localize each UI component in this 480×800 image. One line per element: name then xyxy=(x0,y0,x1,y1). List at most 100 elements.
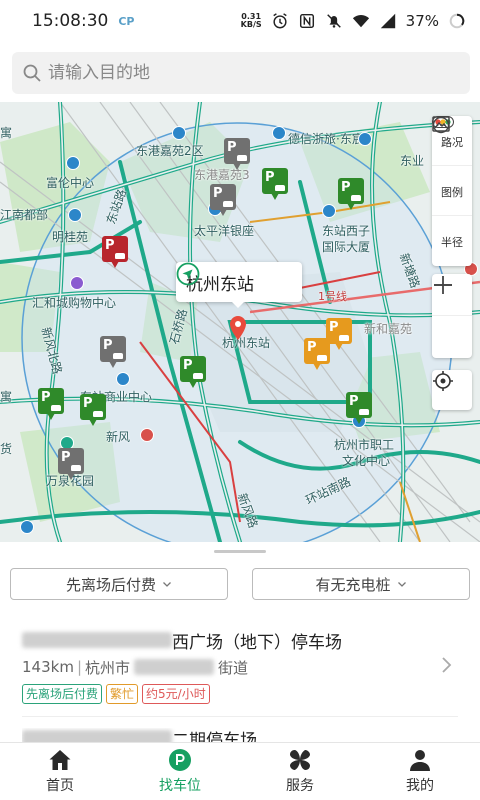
map-label: 新风 xyxy=(106,430,131,444)
busy-tag: 繁忙 xyxy=(106,684,139,704)
crosshair-icon xyxy=(433,371,453,391)
parking-marker[interactable]: P xyxy=(338,178,364,212)
nav-find-parking[interactable]: 找车位 xyxy=(120,743,240,800)
charging-filter-dropdown[interactable]: 有无充电桩 xyxy=(252,568,470,600)
poi-building-icon xyxy=(68,208,82,222)
net-speed-unit: KB/S xyxy=(240,20,262,29)
map-label: 1号线 xyxy=(318,290,347,303)
nfc-icon xyxy=(299,13,314,29)
result-title: 西广场（地下）停车场 xyxy=(22,628,462,653)
parking-marker[interactable]: P xyxy=(346,392,372,426)
map-view[interactable]: 寓 东港嘉苑2区 德信浙旅·东宸 东业 富伦中心 东港嘉苑3 江南都部 明桂苑 … xyxy=(0,102,480,542)
radius-icon xyxy=(432,116,450,134)
home-icon xyxy=(49,750,71,770)
legend-label: 图例 xyxy=(441,185,463,199)
battery-percent: 37% xyxy=(405,12,439,30)
map-label: 文化中心 xyxy=(342,454,391,468)
parking-marker[interactable]: P xyxy=(80,394,106,428)
radius-label: 半径 xyxy=(441,236,463,249)
map-label: 新和嘉苑 xyxy=(364,322,413,336)
filter-row: 先离场后付费 有无充电桩 xyxy=(10,568,470,600)
result-city: 杭州市 xyxy=(85,658,131,677)
parking-marker[interactable]: P xyxy=(262,168,288,202)
parking-marker[interactable]: P xyxy=(102,236,128,270)
result-distance: 143km xyxy=(22,658,74,676)
charging-filter-label: 有无充电桩 xyxy=(315,575,391,594)
battery-ring-icon xyxy=(449,13,465,29)
redacted-text xyxy=(22,632,172,648)
map-label: 富伦中心 xyxy=(46,176,95,190)
result-title-visible: 西广场（地下）停车场 xyxy=(172,632,342,653)
separator: | xyxy=(76,658,82,676)
nav-home[interactable]: 首页 xyxy=(0,743,120,800)
radius-button[interactable]: 半径 xyxy=(432,116,472,266)
map-label: 江南都部 xyxy=(0,208,49,222)
result-location: 143km | 杭州市 街道 xyxy=(22,656,462,678)
wifi-icon xyxy=(352,15,369,28)
search-icon xyxy=(23,64,41,82)
status-bar: 15:08:30 CP 0.31 KB/S 37% xyxy=(0,0,480,42)
map-label: 货 xyxy=(0,442,13,456)
poi-building-icon xyxy=(272,126,286,140)
mute-bell-icon xyxy=(326,14,341,28)
poi-building-icon xyxy=(322,204,336,218)
payment-filter-dropdown[interactable]: 先离场后付费 xyxy=(10,568,228,600)
net-speed: 0.31 KB/S xyxy=(241,13,262,29)
map-label: 太平洋银座 xyxy=(194,224,255,238)
nav-profile[interactable]: 我的 xyxy=(360,743,480,800)
map-label: 东港嘉苑2区 xyxy=(136,144,204,158)
parking-marker[interactable]: P xyxy=(58,448,84,482)
divider xyxy=(22,716,458,717)
parking-marker[interactable]: P xyxy=(100,336,126,370)
map-label: 明桂苑 xyxy=(52,230,89,244)
legend-button[interactable]: 图例 xyxy=(432,116,472,216)
app-badge: CP xyxy=(118,14,135,28)
zoom-controls xyxy=(432,274,472,358)
map-label: 国际大厦 xyxy=(322,240,371,254)
nav-services[interactable]: 服务 xyxy=(240,743,360,800)
parking-icon xyxy=(169,749,191,771)
map-label: 杭州市职工 xyxy=(334,438,395,452)
poi-metro-icon xyxy=(140,428,154,442)
zoom-out-button[interactable] xyxy=(432,284,472,358)
poi-shopping-icon xyxy=(70,276,84,290)
parking-marker[interactable]: P xyxy=(210,184,236,218)
destination-callout[interactable]: 杭州东站 xyxy=(176,262,302,308)
chevron-down-icon xyxy=(397,582,406,587)
nav-find-parking-label: 找车位 xyxy=(159,778,201,794)
sheet-drag-handle[interactable] xyxy=(214,550,266,553)
nav-services-label: 服务 xyxy=(286,778,314,794)
search-bar[interactable] xyxy=(12,52,470,94)
payment-tag: 先离场后付费 xyxy=(22,684,103,704)
navigate-icon[interactable] xyxy=(176,262,200,286)
traffic-label: 路况 xyxy=(441,135,463,149)
parking-marker[interactable]: P xyxy=(180,356,206,390)
locate-me-button[interactable] xyxy=(432,370,472,410)
price-tag: 约5元/小时 xyxy=(142,684,210,704)
profile-icon xyxy=(410,750,430,771)
destination-search-input[interactable] xyxy=(48,63,428,83)
chevron-right-icon xyxy=(442,657,452,673)
minus-icon xyxy=(434,284,452,286)
chevron-down-icon xyxy=(163,582,171,587)
result-tags: 先离场后付费 繁忙 约5元/小时 xyxy=(22,684,462,704)
parking-marker[interactable]: P xyxy=(224,138,250,172)
nav-home-label: 首页 xyxy=(46,778,74,794)
map-label: 东站西子 xyxy=(322,224,371,238)
result-street: 街道 xyxy=(218,658,249,677)
bottom-nav: 首页 找车位 服务 我的 xyxy=(0,742,480,800)
parking-marker[interactable]: P xyxy=(304,338,330,372)
map-label: 汇和城购物中心 xyxy=(32,296,117,310)
poi-building-icon xyxy=(172,126,186,140)
parking-marker[interactable]: P xyxy=(38,388,64,422)
poi-building-icon xyxy=(20,520,34,534)
redacted-text xyxy=(134,659,215,675)
parking-result-item[interactable]: 西广场（地下）停车场 143km | 杭州市 街道 先离场后付费 繁忙 约5元/… xyxy=(22,628,462,710)
poi-building-icon xyxy=(66,156,80,170)
signal-icon xyxy=(380,13,395,29)
map-label: 寓 xyxy=(0,390,13,404)
map-label: 寓 xyxy=(0,126,13,140)
map-label: 德信浙旅·东宸 xyxy=(288,132,364,146)
alarm-icon xyxy=(272,13,287,29)
poi-building-icon xyxy=(358,132,372,146)
